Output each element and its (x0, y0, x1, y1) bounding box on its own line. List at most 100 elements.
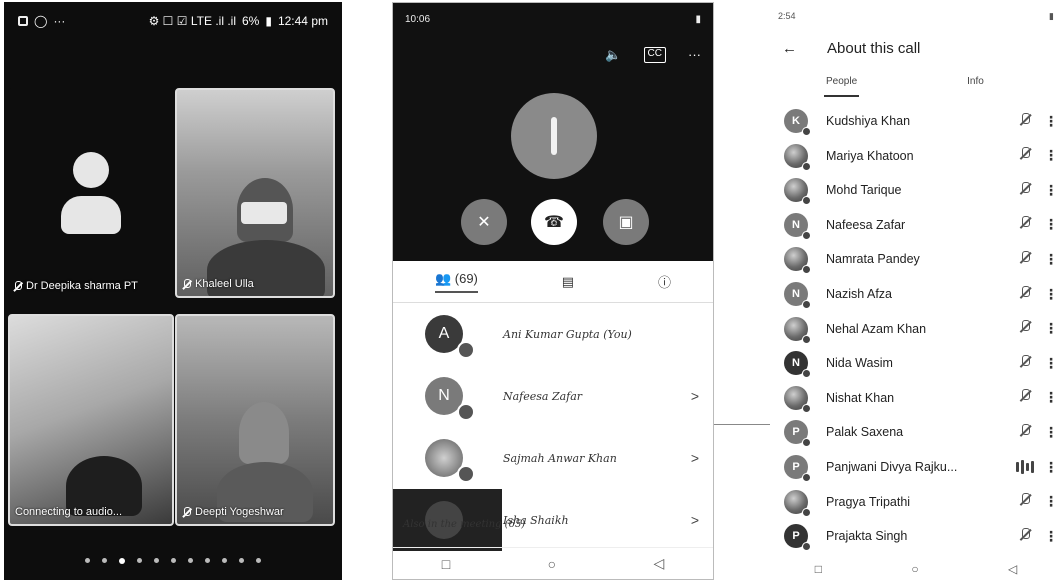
tab-people[interactable]: 👥 (69) (434, 271, 478, 293)
participant-video (239, 402, 289, 464)
more-vert-icon[interactable]: ⋮ (1040, 528, 1062, 545)
people-row[interactable]: Nehal Azam Khan ⋮ (770, 312, 1062, 346)
mic-off-icon (182, 278, 191, 290)
mic-off-icon[interactable] (1010, 389, 1040, 406)
page-dot[interactable] (85, 558, 90, 563)
tile-caption: Dr Deepika sharma PT (13, 280, 138, 292)
more-vert-icon[interactable]: ⋮ (1040, 182, 1062, 199)
end-call-button[interactable]: ☎ (531, 199, 577, 245)
mic-off-icon (457, 341, 475, 359)
mic-off-icon[interactable] (1010, 285, 1040, 303)
more-vert-icon[interactable]: ⋮ (1040, 147, 1062, 164)
people-row[interactable]: N Nida Wasim ⋮ (770, 346, 1062, 380)
recents-square-icon[interactable]: □ (442, 556, 450, 572)
home-circle-icon[interactable]: ○ (911, 562, 918, 576)
page-dot[interactable] (188, 558, 193, 563)
people-row[interactable]: Namrata Pandey ⋮ (770, 242, 1062, 276)
people-row[interactable]: Pragya Tripathi ⋮ (770, 485, 1062, 519)
participant-tile[interactable]: Dr Deepika sharma PT (8, 88, 174, 298)
presence-badge (802, 403, 811, 413)
page-dot[interactable] (222, 558, 227, 563)
page-dot[interactable] (102, 558, 107, 563)
page-title: About this call (827, 39, 921, 57)
home-circle-icon[interactable]: ○ (548, 556, 556, 572)
mic-off-icon[interactable] (1010, 250, 1040, 268)
avatar (784, 247, 811, 275)
tab-chat[interactable]: ▤ (562, 274, 574, 290)
speaker-icon[interactable]: 🔈 (605, 47, 621, 63)
participant-tile[interactable]: Connecting to audio... (8, 314, 174, 526)
tab-people[interactable]: People (823, 76, 860, 97)
mic-off-icon[interactable] (1010, 147, 1040, 164)
battery-level: 6% (242, 14, 260, 28)
page-dot[interactable] (256, 558, 261, 563)
more-vert-icon[interactable]: ⋮ (1040, 424, 1062, 441)
page-indicator[interactable] (4, 558, 342, 564)
audio-level-icon[interactable] (1010, 459, 1040, 475)
mic-off-icon[interactable] (1010, 216, 1040, 233)
person-name: Mariya Khatoon (826, 148, 914, 163)
avatar: K (784, 109, 811, 136)
more-vert-icon[interactable]: ⋮ (1040, 216, 1062, 233)
chevron-right-icon[interactable]: > (691, 512, 699, 528)
people-row[interactable]: K Kudshiya Khan ⋮ (770, 104, 1062, 138)
participant-tile[interactable]: Deepti Yogeshwar (175, 314, 335, 526)
avatar (784, 316, 811, 344)
avatar: N (784, 351, 811, 379)
mic-off-icon[interactable] (1010, 423, 1040, 441)
more-options-icon[interactable]: ··· (688, 47, 701, 63)
more-vert-icon[interactable]: ⋮ (1040, 251, 1062, 268)
mic-off-icon[interactable] (1010, 181, 1040, 199)
person-name: Nishat Khan (826, 390, 895, 405)
more-vert-icon[interactable]: ⋮ (1040, 286, 1062, 303)
back-triangle-icon[interactable]: ◁ (653, 555, 664, 572)
people-row[interactable]: P Prajakta Singh ⋮ (770, 519, 1062, 553)
people-row[interactable]: N Nazish Afza ⋮ (770, 277, 1062, 311)
gallery-icon (18, 16, 28, 26)
person-name: Namrata Pandey (826, 252, 920, 267)
page-dot[interactable] (137, 558, 142, 563)
mic-off-icon[interactable] (1010, 112, 1040, 130)
more-vert-icon[interactable]: ⋮ (1040, 459, 1062, 476)
more-vert-icon[interactable]: ⋮ (1040, 320, 1062, 337)
page-dot[interactable] (239, 558, 244, 563)
tab-info[interactable]: ⓘ (658, 272, 671, 291)
back-arrow-icon[interactable]: ← (782, 40, 797, 57)
recents-square-icon[interactable]: □ (815, 562, 822, 576)
mic-toggle-button[interactable]: ✕ (461, 199, 507, 245)
page-dot[interactable] (205, 558, 210, 563)
tab-info[interactable]: Info (967, 76, 984, 87)
tile-caption: Connecting to audio... (15, 506, 122, 518)
more-vert-icon[interactable]: ⋮ (1040, 389, 1062, 406)
person-name: Nazish Afza (826, 287, 893, 301)
participant-row[interactable]: N Nafeesa Zafar > (393, 365, 713, 427)
people-row[interactable]: Mohd Tarique ⋮ (770, 173, 1062, 207)
page-dot[interactable] (119, 558, 125, 564)
mic-off-icon[interactable] (1010, 527, 1040, 545)
participant-tile[interactable]: Khaleel Ulla (175, 88, 335, 298)
more-vert-icon[interactable]: ⋮ (1040, 355, 1062, 372)
people-row[interactable]: Nishat Khan ⋮ (770, 381, 1062, 415)
person-name: Nehal Azam Khan (826, 321, 927, 336)
chevron-right-icon[interactable]: > (691, 388, 699, 404)
mic-off-icon[interactable] (1010, 493, 1040, 510)
participant-row[interactable]: A Ani Kumar Gupta (You) (393, 303, 713, 365)
people-row[interactable]: Mariya Khatoon ⋮ (770, 139, 1062, 173)
page-dot[interactable] (154, 558, 159, 563)
more-vert-icon[interactable]: ⋮ (1040, 113, 1062, 130)
mic-off-icon[interactable] (1010, 320, 1040, 337)
phone-screen-participants: 10:06 ▮ 🔈 CC ··· ✕ ☎ ▣ 👥 (69) ▤ ⓘ A Ani … (392, 2, 714, 580)
people-row[interactable]: P Panjwani Divya Rajku... ⋮ (770, 450, 1062, 484)
presence-badge (802, 161, 811, 171)
more-vert-icon[interactable]: ⋮ (1040, 493, 1062, 510)
mic-off-icon[interactable] (1010, 354, 1040, 372)
camera-toggle-button[interactable]: ▣ (603, 199, 649, 245)
phone-screen-meeting-grid: ◯ ··· ⚙ ☐ ☑ LTE .il .il 6% ▮ 12:44 pm Dr… (4, 2, 342, 580)
captions-button[interactable]: CC (643, 47, 666, 63)
back-triangle-icon[interactable]: ◁ (1008, 562, 1017, 576)
people-row[interactable]: P Palak Saxena ⋮ (770, 415, 1062, 449)
chevron-right-icon[interactable]: > (691, 450, 699, 466)
page-dot[interactable] (171, 558, 176, 563)
participant-row[interactable]: Sajmah Anwar Khan > (393, 427, 713, 489)
people-row[interactable]: N Nafeesa Zafar ⋮ (770, 208, 1062, 242)
